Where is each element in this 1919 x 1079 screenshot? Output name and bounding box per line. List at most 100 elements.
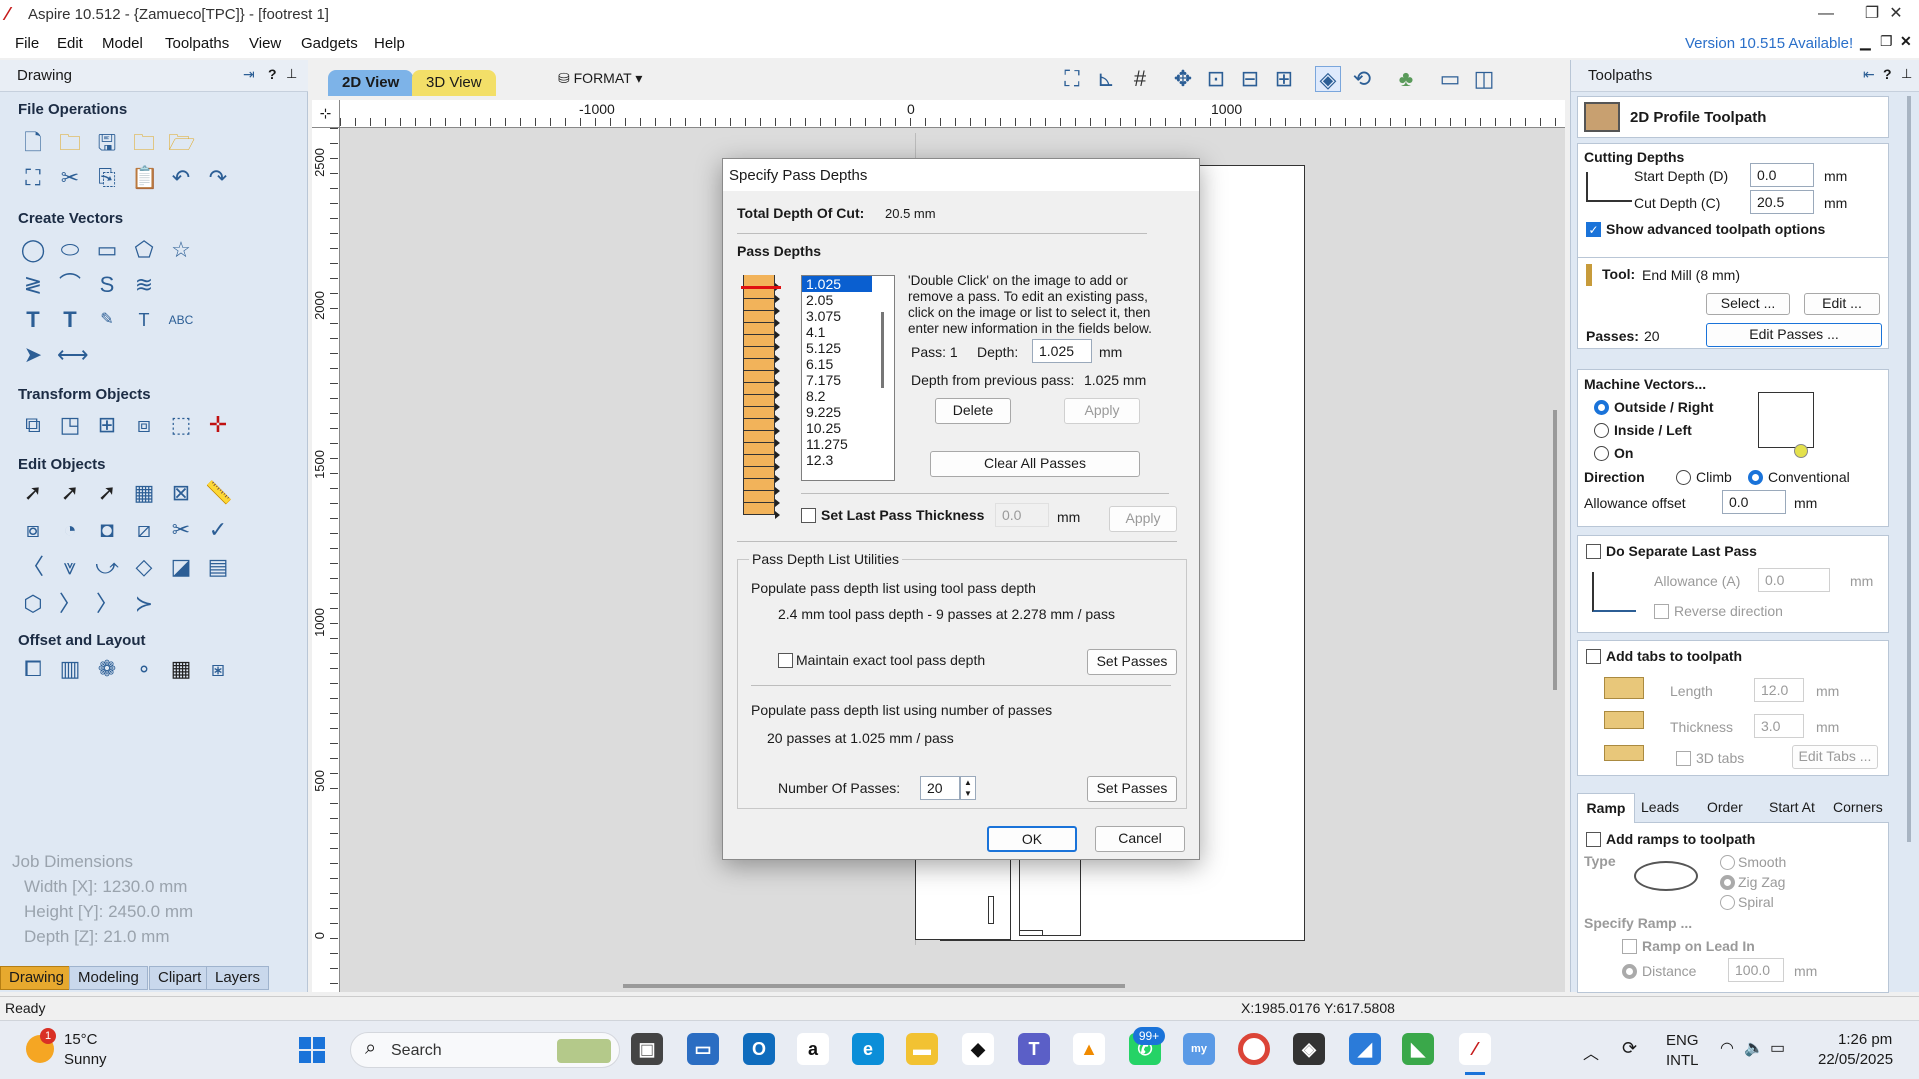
bezier-icon[interactable]: 〉 [94,591,120,617]
outside-radio[interactable] [1594,400,1609,415]
aspire-taskbar-icon[interactable]: ⁄ [1459,1033,1491,1065]
new-file-icon[interactable]: 🗋 [20,130,46,156]
help-icon[interactable]: ? [1883,66,1892,82]
set-origin-icon[interactable]: ✛ [205,412,231,438]
text-autolayout-icon[interactable]: T [131,307,157,333]
ramp-lead-in-checkbox[interactable] [1622,939,1637,954]
menu-toolpaths[interactable]: Toolpaths [165,35,229,52]
move-icon[interactable]: ⧉ [20,412,46,438]
paste-icon[interactable]: 📋 [131,165,158,191]
wifi-icon[interactable]: ◠ [1720,1038,1734,1058]
copy-icon[interactable]: ⎘ [94,165,120,191]
vector-validator-icon[interactable]: ◈ [1315,66,1341,92]
text-arc-icon[interactable]: ABC [168,307,194,333]
ok-button[interactable]: OK [987,826,1077,852]
dropbox-icon[interactable]: ◆ [962,1033,994,1065]
vector-part-1[interactable] [915,858,1011,940]
nesting-icon[interactable]: ⧆ [205,656,231,682]
grid-icon[interactable]: # [1127,66,1153,92]
maintain-exact-checkbox[interactable] [778,653,793,668]
vlc-icon[interactable]: ▲ [1073,1033,1105,1065]
set-passes-tool-button[interactable]: Set Passes [1087,649,1177,675]
nest-icon[interactable]: ▥ [57,656,83,682]
trim-icon[interactable]: ⧄ [131,517,157,543]
break-icon[interactable]: ≻ [131,591,157,617]
separate-last-pass-checkbox[interactable] [1586,544,1601,559]
pass-layer[interactable] [743,383,775,395]
scale-icon[interactable]: ◳ [57,412,83,438]
weld-icon[interactable]: ⧇ [20,517,46,543]
menu-gadgets[interactable]: Gadgets [301,35,358,52]
pass-layer[interactable] [743,347,775,359]
tab-start-at[interactable]: Start At [1769,799,1815,815]
polygon-icon[interactable]: ⬠ [131,237,157,263]
fillet-icon[interactable]: ✓ [205,517,231,543]
conventional-radio[interactable] [1748,470,1763,485]
taskbar-search[interactable]: ⌕ Search [350,1032,620,1068]
mdi-close-icon[interactable]: ✕ [1900,33,1912,50]
pass-layer[interactable] [743,491,775,503]
app-icon-2[interactable]: ◈ [1293,1033,1325,1065]
smooth-radio[interactable] [1720,855,1735,870]
curve-fit-icon[interactable]: ⤻ [94,554,120,580]
pass-depth-image[interactable] [741,273,781,525]
transform-mode-icon[interactable]: ➚ [94,480,120,506]
outlook-icon[interactable]: O [743,1033,775,1065]
3d-tabs-checkbox[interactable] [1676,751,1691,766]
text-icon[interactable]: T [20,307,46,333]
open-file-icon[interactable]: 🗀 [57,130,83,156]
pass-list-item[interactable]: 10.25 [802,420,894,436]
number-of-passes-input[interactable]: 20 [920,776,960,800]
passes-spinner-icon[interactable]: ▲ ▼ [960,776,976,800]
select-tool-button[interactable]: Select ... [1706,293,1790,315]
pan-icon[interactable]: ✥ [1170,66,1196,92]
canvas-scrollbar[interactable] [623,984,1125,988]
star-icon[interactable]: ☆ [168,237,194,263]
text-on-curve-icon[interactable]: ✎ [94,307,120,333]
distance-input[interactable]: 100.0 [1728,958,1784,982]
language-label[interactable]: ENG [1666,1032,1699,1049]
pass-depth-list[interactable]: 1.025 2.05 3.075 4.1 5.125 6.15 7.175 8.… [801,275,895,481]
list-scrollbar[interactable] [881,312,884,388]
pass-list-item[interactable]: 9.225 [802,404,894,420]
import-icon[interactable]: 🗀 [131,130,157,156]
depth-input[interactable]: 1.025 [1032,339,1092,363]
pin-icon[interactable]: ⊥ [1901,66,1912,82]
reverse-direction-checkbox[interactable] [1654,604,1669,619]
pass-layer[interactable] [743,371,775,383]
vector-texture-icon[interactable]: ➤ [20,342,46,368]
curve-icon[interactable]: ⌒ [57,272,83,298]
sync-icon[interactable]: ⟳ [1622,1038,1637,1059]
zigzag-radio[interactable] [1720,875,1735,890]
allowance-a-input[interactable]: 0.0 [1758,568,1830,592]
cut-icon[interactable]: ✂ [57,165,83,191]
join-icon[interactable]: 〈 [20,554,46,580]
smart-join-icon[interactable]: ⩔ [57,554,83,580]
show-advanced-checkbox[interactable]: ✓ [1586,222,1601,237]
vector-tab[interactable] [1019,930,1043,936]
zoom-box-icon[interactable]: ⊡ [1203,66,1229,92]
zoom-all-icon[interactable]: ⊞ [1271,66,1297,92]
align-icon[interactable]: ⊞ [94,412,120,438]
app-icon-4[interactable]: ◣ [1402,1033,1434,1065]
split-view-icon[interactable]: ◫ [1471,66,1497,92]
mdi-minimize-icon[interactable]: ▁ [1860,34,1871,51]
zoom-extents-icon[interactable]: ⛶ [1059,66,1085,92]
menu-file[interactable]: File [15,35,39,52]
smooth-icon[interactable]: ◇ [131,554,157,580]
selection-tools-icon[interactable]: ▦ [131,480,157,506]
polyline-icon[interactable]: ≷ [20,272,46,298]
panel-scrollbar[interactable] [1907,96,1911,842]
set-last-pass-checkbox[interactable] [801,508,816,523]
volume-icon[interactable]: 🔈 [1744,1038,1764,1058]
offset-icon[interactable]: ⧠ [20,656,46,682]
edge-icon[interactable]: e [852,1033,884,1065]
pass-layer[interactable] [743,443,775,455]
close-button[interactable]: ✕ [1873,0,1919,30]
cut-depth-input[interactable]: 20.5 [1750,190,1814,214]
tab-order[interactable]: Order [1707,799,1743,815]
pass-layer[interactable] [743,323,775,335]
rectangle-icon[interactable]: ▭ [94,237,120,263]
tab-drawing[interactable]: Drawing [0,966,74,990]
minimize-button[interactable]: — [1803,0,1849,30]
